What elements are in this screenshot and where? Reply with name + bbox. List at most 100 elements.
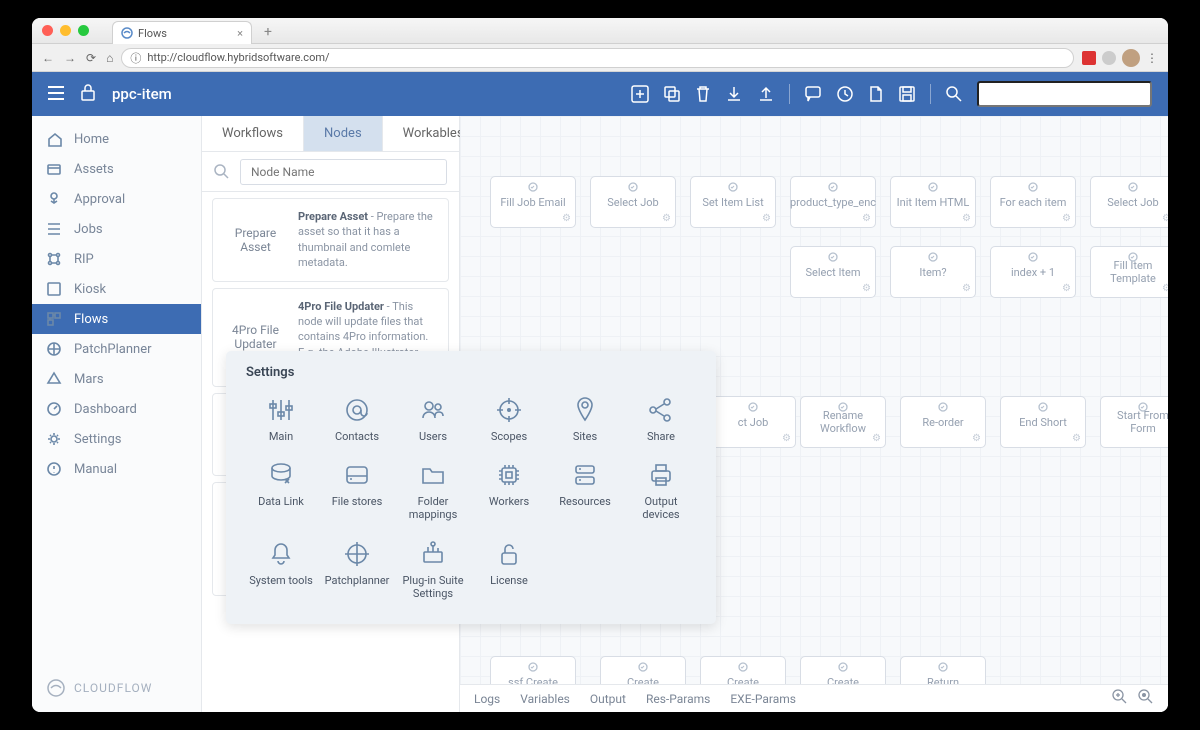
flow-node[interactable]: Start From Form⚙ bbox=[1100, 396, 1168, 448]
flow-node[interactable]: Item?⚙ bbox=[890, 246, 976, 298]
upload-button[interactable] bbox=[757, 85, 775, 103]
search-input[interactable] bbox=[977, 81, 1152, 107]
flow-node[interactable]: Init Item HTML⚙ bbox=[890, 176, 976, 228]
document-button[interactable] bbox=[868, 85, 884, 103]
flow-node[interactable]: Rename Workflow⚙ bbox=[800, 396, 886, 448]
search-icon[interactable] bbox=[945, 85, 963, 103]
zoom-fit-button[interactable] bbox=[1138, 689, 1154, 708]
flow-node[interactable]: index + 1⚙ bbox=[990, 246, 1076, 298]
gear-icon[interactable]: ⚙ bbox=[662, 213, 671, 224]
menu-toggle[interactable] bbox=[48, 85, 64, 104]
sidebar-item-jobs[interactable]: Jobs bbox=[32, 214, 201, 244]
gear-icon[interactable]: ⚙ bbox=[782, 433, 791, 444]
settings-share[interactable]: Share bbox=[626, 390, 696, 449]
gear-icon[interactable]: ⚙ bbox=[862, 213, 871, 224]
browser-tab[interactable]: Flows × bbox=[112, 21, 252, 44]
flow-node[interactable]: For each item⚙ bbox=[990, 176, 1076, 228]
sidebar-item-settings[interactable]: Settings bbox=[32, 424, 201, 454]
save-button[interactable] bbox=[898, 85, 916, 103]
flow-node[interactable]: ct Job⚙ bbox=[710, 396, 796, 448]
close-window[interactable] bbox=[42, 25, 53, 36]
delete-button[interactable] bbox=[695, 85, 711, 103]
node-list-item[interactable]: Prepare AssetPrepare Asset - Prepare the… bbox=[212, 198, 449, 282]
home-button[interactable]: ⌂ bbox=[106, 51, 113, 65]
gear-icon[interactable]: ⚙ bbox=[972, 433, 981, 444]
bottom-tab-output[interactable]: Output bbox=[590, 692, 626, 706]
settings-plug-in-suite-settings[interactable]: Plug-in Suite Settings bbox=[398, 534, 468, 606]
settings-output-devices[interactable]: Output devices bbox=[626, 455, 696, 527]
sidebar-item-rip[interactable]: RIP bbox=[32, 244, 201, 274]
lock-icon[interactable] bbox=[80, 83, 96, 105]
close-tab[interactable]: × bbox=[237, 27, 243, 40]
settings-scopes[interactable]: Scopes bbox=[474, 390, 544, 449]
gear-icon[interactable]: ⚙ bbox=[872, 433, 881, 444]
settings-sites[interactable]: Sites bbox=[550, 390, 620, 449]
flow-node[interactable]: Select Item⚙ bbox=[790, 246, 876, 298]
flow-node[interactable]: Set Item List⚙ bbox=[690, 176, 776, 228]
settings-main[interactable]: Main bbox=[246, 390, 316, 449]
back-button[interactable]: ← bbox=[42, 51, 54, 65]
kiosk-icon bbox=[46, 281, 62, 297]
settings-system-tools[interactable]: System tools bbox=[246, 534, 316, 606]
gear-icon[interactable]: ⚙ bbox=[962, 213, 971, 224]
flow-node[interactable]: End Short⚙ bbox=[1000, 396, 1086, 448]
settings-workers[interactable]: Workers bbox=[474, 455, 544, 527]
gear-icon[interactable]: ⚙ bbox=[562, 213, 571, 224]
sidebar-footer: CLOUDFLOW bbox=[32, 664, 201, 712]
flow-node[interactable]: Fill Item Template⚙ bbox=[1090, 246, 1168, 298]
reload-button[interactable]: ⟳ bbox=[86, 51, 96, 65]
tab-workflows[interactable]: Workflows bbox=[202, 116, 304, 151]
gear-icon[interactable]: ⚙ bbox=[962, 283, 971, 294]
gear-icon[interactable]: ⚙ bbox=[762, 213, 771, 224]
gear-icon[interactable]: ⚙ bbox=[1062, 283, 1071, 294]
browser-menu[interactable]: ⋮ bbox=[1146, 51, 1158, 65]
maximize-window[interactable] bbox=[78, 25, 89, 36]
settings-contacts[interactable]: Contacts bbox=[322, 390, 392, 449]
bottom-tab-exe-params[interactable]: EXE-Params bbox=[730, 692, 796, 706]
profile-avatar[interactable] bbox=[1122, 49, 1140, 67]
tab-nodes[interactable]: Nodes bbox=[304, 116, 383, 151]
sidebar-item-patchplanner[interactable]: PatchPlanner bbox=[32, 334, 201, 364]
flow-node[interactable]: Select Job⚙ bbox=[590, 176, 676, 228]
flow-node[interactable]: Re-order⚙ bbox=[900, 396, 986, 448]
extension-icon[interactable] bbox=[1102, 51, 1116, 65]
sidebar-item-manual[interactable]: Manual bbox=[32, 454, 201, 484]
node-search-input[interactable] bbox=[240, 159, 447, 185]
settings-file-stores[interactable]: File stores bbox=[322, 455, 392, 527]
gear-icon[interactable]: ⚙ bbox=[1072, 433, 1081, 444]
bottom-tab-variables[interactable]: Variables bbox=[520, 692, 570, 706]
sidebar-item-approval[interactable]: Approval bbox=[32, 184, 201, 214]
extension-icon[interactable] bbox=[1082, 51, 1096, 65]
settings-data-link[interactable]: Data Link bbox=[246, 455, 316, 527]
bottom-tab-res-params[interactable]: Res-Params bbox=[646, 692, 710, 706]
gear-icon[interactable]: ⚙ bbox=[1062, 213, 1071, 224]
sidebar-item-dashboard[interactable]: Dashboard bbox=[32, 394, 201, 424]
sidebar-item-flows[interactable]: Flows bbox=[32, 304, 201, 334]
settings-users[interactable]: Users bbox=[398, 390, 468, 449]
zoom-in-button[interactable] bbox=[1112, 689, 1128, 708]
settings-resources[interactable]: Resources bbox=[550, 455, 620, 527]
sidebar-item-mars[interactable]: Mars bbox=[32, 364, 201, 394]
bottom-tab-logs[interactable]: Logs bbox=[474, 692, 500, 706]
new-tab-button[interactable]: + bbox=[260, 24, 276, 40]
flow-node[interactable]: Fill Job Email⚙ bbox=[490, 176, 576, 228]
minimize-window[interactable] bbox=[60, 25, 71, 36]
gear-icon[interactable]: ⚙ bbox=[1162, 283, 1168, 294]
sidebar-item-assets[interactable]: Assets bbox=[32, 154, 201, 184]
gear-icon[interactable]: ⚙ bbox=[862, 283, 871, 294]
sidebar-item-kiosk[interactable]: Kiosk bbox=[32, 274, 201, 304]
history-button[interactable] bbox=[836, 85, 854, 103]
add-button[interactable] bbox=[631, 85, 649, 103]
flow-node[interactable]: Select Job⚙ bbox=[1090, 176, 1168, 228]
gear-icon[interactable]: ⚙ bbox=[1162, 213, 1168, 224]
copy-button[interactable] bbox=[663, 85, 681, 103]
settings-license[interactable]: License bbox=[474, 534, 544, 606]
address-bar[interactable]: ⓘ http://cloudflow.hybridsoftware.com/ bbox=[121, 48, 1074, 68]
comment-button[interactable] bbox=[804, 85, 822, 103]
sidebar-item-home[interactable]: Home bbox=[32, 124, 201, 154]
flow-node[interactable]: product_type_enc⚙ bbox=[790, 176, 876, 228]
forward-button[interactable]: → bbox=[64, 51, 76, 65]
download-button[interactable] bbox=[725, 85, 743, 103]
settings-patchplanner[interactable]: Patchplanner bbox=[322, 534, 392, 606]
settings-folder-mappings[interactable]: Folder mappings bbox=[398, 455, 468, 527]
